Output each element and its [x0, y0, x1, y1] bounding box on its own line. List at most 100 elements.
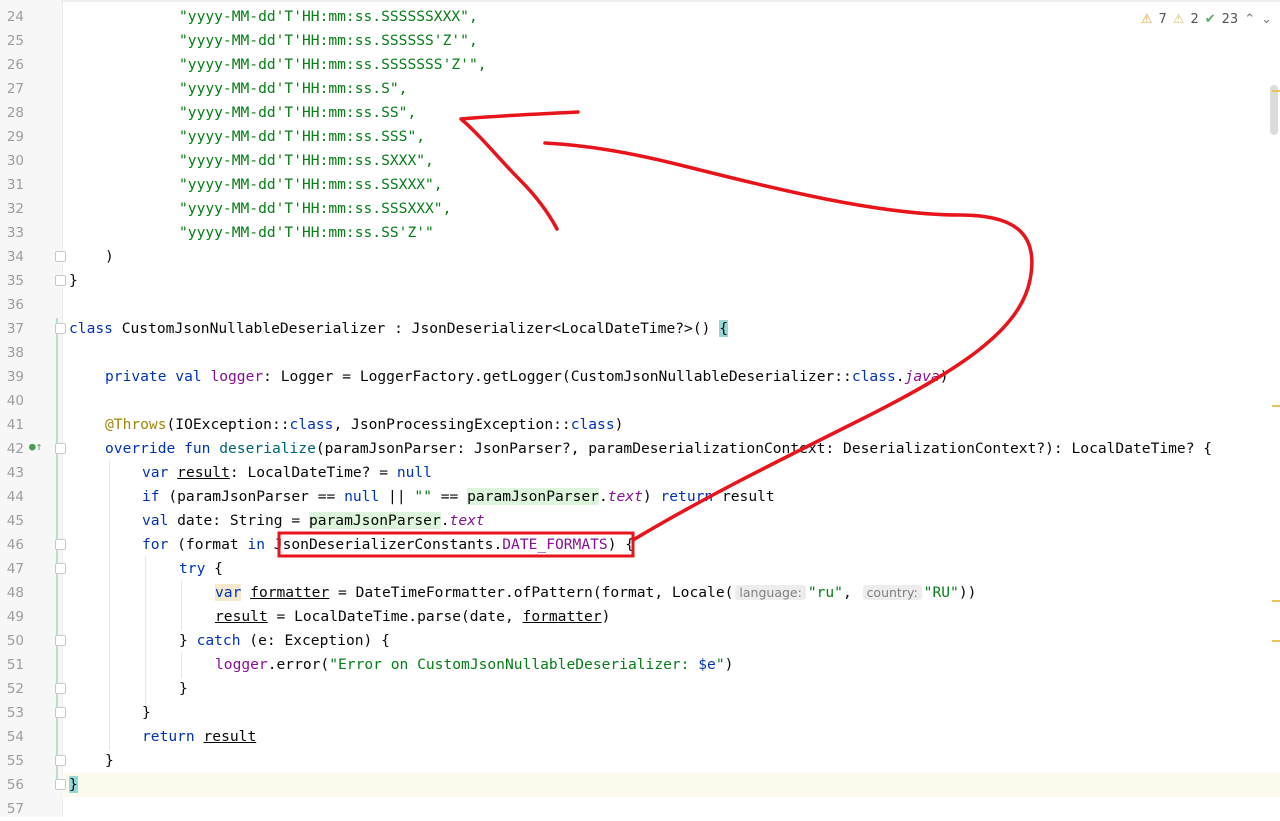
keyword: null [344, 488, 380, 505]
code-line[interactable]: "yyyy-MM-dd'T'HH:mm:ss.SXXX", [62, 149, 1280, 173]
code-line[interactable]: } [62, 749, 1280, 773]
arrow-down-icon[interactable]: ⌄ [1261, 12, 1272, 27]
string-literal: " [715, 656, 725, 673]
code-line[interactable] [62, 293, 1280, 317]
warning-marker[interactable] [1272, 600, 1280, 602]
string-literal: "" [414, 488, 432, 505]
warning-marker[interactable] [1272, 405, 1280, 407]
string-literal: "yyyy-MM-dd'T'HH:mm:ss.SSS", [179, 128, 426, 145]
code-line[interactable]: "yyyy-MM-dd'T'HH:mm:ss.SSSSSS'Z'", [62, 29, 1280, 53]
code-line[interactable] [62, 341, 1280, 365]
object-reference: JsonDeserializerConstants. [273, 536, 503, 553]
code-line-current[interactable]: } [62, 773, 1280, 797]
string-literal: "yyyy-MM-dd'T'HH:mm:ss.SSXXX", [179, 176, 443, 193]
keyword: class [570, 416, 615, 433]
annotation: @Throws [105, 416, 167, 433]
check-icon: ✔ [1204, 11, 1216, 27]
fold-marker[interactable] [55, 443, 66, 454]
code-line[interactable]: override fun deserialize(paramJsonParser… [62, 437, 1280, 461]
code-line[interactable]: } catch (e: Exception) { [62, 629, 1280, 653]
string-literal: "RU" [923, 584, 959, 601]
code-text: . [440, 512, 450, 529]
warning-marker[interactable] [1272, 90, 1280, 92]
code-text: (format [168, 536, 248, 553]
code-text: ) { [607, 536, 635, 553]
parameter-hint: country: [862, 585, 922, 600]
code-line[interactable]: "yyyy-MM-dd'T'HH:mm:ss.SS", [62, 101, 1280, 125]
string-literal: "Error on CustomJsonNullableDeserializer… [329, 656, 699, 673]
fold-marker[interactable] [55, 779, 66, 790]
inspection-widget[interactable]: ⚠ 7 ⚠ 2 ✔ 23 ⌃ ⌄ [1140, 9, 1272, 29]
code-line[interactable] [62, 389, 1280, 413]
code-area[interactable]: "yyyy-MM-dd'T'HH:mm:ss.SSSSSSXXX", "yyyy… [56, 0, 1280, 817]
warning-icon: ⚠ [1140, 11, 1153, 27]
code-line[interactable]: } [62, 269, 1280, 293]
code-text: .error( [267, 656, 330, 673]
code-text: ) [601, 608, 611, 625]
scrollbar-thumb[interactable] [1270, 85, 1278, 135]
code-text: } [142, 704, 151, 721]
code-line[interactable]: logger.error("Error on CustomJsonNullabl… [62, 653, 1280, 677]
warning-marker[interactable] [1272, 640, 1280, 642]
line-number: 47 [6, 561, 24, 577]
arrow-up-icon[interactable]: ⌃ [1244, 12, 1255, 27]
keyword: try [179, 560, 206, 577]
line-number: 51 [6, 657, 24, 673]
fold-marker[interactable] [55, 635, 66, 646]
code-line[interactable]: val date: String = paramJsonParser.text [62, 509, 1280, 533]
code-line[interactable]: var result: LocalDateTime? = null [62, 461, 1280, 485]
fold-marker[interactable] [55, 275, 66, 286]
code-line[interactable]: } [62, 701, 1280, 725]
keyword: var [215, 584, 242, 601]
fold-marker[interactable] [55, 563, 66, 574]
code-text: )) [958, 584, 977, 601]
code-text: CustomJsonNullableDeserializer : JsonDes… [112, 320, 720, 337]
code-line[interactable]: ) [62, 245, 1280, 269]
code-line[interactable]: "yyyy-MM-dd'T'HH:mm:ss.SSSSSSXXX", [62, 5, 1280, 29]
line-number: 55 [6, 753, 24, 769]
code-line[interactable] [62, 797, 1280, 821]
fold-marker[interactable] [55, 755, 66, 766]
fold-marker[interactable] [55, 251, 66, 262]
code-text: (e: Exception) { [240, 632, 390, 649]
line-number: 27 [6, 81, 24, 97]
fold-marker[interactable] [55, 323, 66, 334]
code-line[interactable]: for (format in JsonDeserializerConstants… [62, 533, 1280, 557]
code-line[interactable]: if (paramJsonParser == null || "" == par… [62, 485, 1280, 509]
string-literal: "yyyy-MM-dd'T'HH:mm:ss.SS'Z'" [179, 224, 434, 241]
code-text: . [598, 488, 608, 505]
line-number: 41 [6, 417, 24, 433]
fold-marker[interactable] [55, 707, 66, 718]
code-line[interactable]: "yyyy-MM-dd'T'HH:mm:ss.SSXXX", [62, 173, 1280, 197]
code-line[interactable]: try { [62, 557, 1280, 581]
code-line[interactable]: return result [62, 725, 1280, 749]
code-line[interactable]: @Throws(IOException::class, JsonProcessi… [62, 413, 1280, 437]
line-number: 53 [6, 705, 24, 721]
override-gutter-icon[interactable]: ●↑ [29, 440, 47, 454]
mutable-variable: formatter [522, 608, 602, 625]
code-line[interactable]: var formatter = DateTimeFormatter.ofPatt… [62, 581, 1280, 605]
code-line[interactable]: "yyyy-MM-dd'T'HH:mm:ss.S", [62, 77, 1280, 101]
mutable-variable: formatter [250, 584, 330, 601]
code-line[interactable]: "yyyy-MM-dd'T'HH:mm:ss.SSSSSSS'Z'", [62, 53, 1280, 77]
code-text: = LocalDateTime.parse(date, [267, 608, 523, 625]
code-line[interactable]: result = LocalDateTime.parse(date, forma… [62, 605, 1280, 629]
code-text: date: String = [168, 512, 309, 529]
code-line[interactable]: } [62, 677, 1280, 701]
fold-marker[interactable] [55, 683, 66, 694]
code-editor[interactable]: ●↑ "yyyy-MM-dd'T'HH:mm:ss.SSSSSSXXX", "y… [0, 0, 1280, 817]
fold-marker[interactable] [55, 539, 66, 550]
code-line[interactable]: "yyyy-MM-dd'T'HH:mm:ss.SSS", [62, 125, 1280, 149]
code-line[interactable]: class CustomJsonNullableDeserializer : J… [62, 317, 1280, 341]
keyword: class [69, 320, 113, 337]
error-stripe[interactable] [1266, 30, 1280, 810]
code-line[interactable]: private val logger: Logger = LoggerFacto… [62, 365, 1280, 389]
code-line[interactable]: "yyyy-MM-dd'T'HH:mm:ss.SS'Z'" [62, 221, 1280, 245]
property-name: logger [210, 368, 264, 385]
parameter-hint: language: [735, 585, 806, 600]
smart-cast-param: paramJsonParser [467, 488, 599, 505]
extension-property: text [607, 488, 643, 505]
code-line[interactable]: "yyyy-MM-dd'T'HH:mm:ss.SSSXXX", [62, 197, 1280, 221]
line-number: 44 [6, 489, 24, 505]
code-text: (paramJsonParser == [159, 488, 345, 505]
